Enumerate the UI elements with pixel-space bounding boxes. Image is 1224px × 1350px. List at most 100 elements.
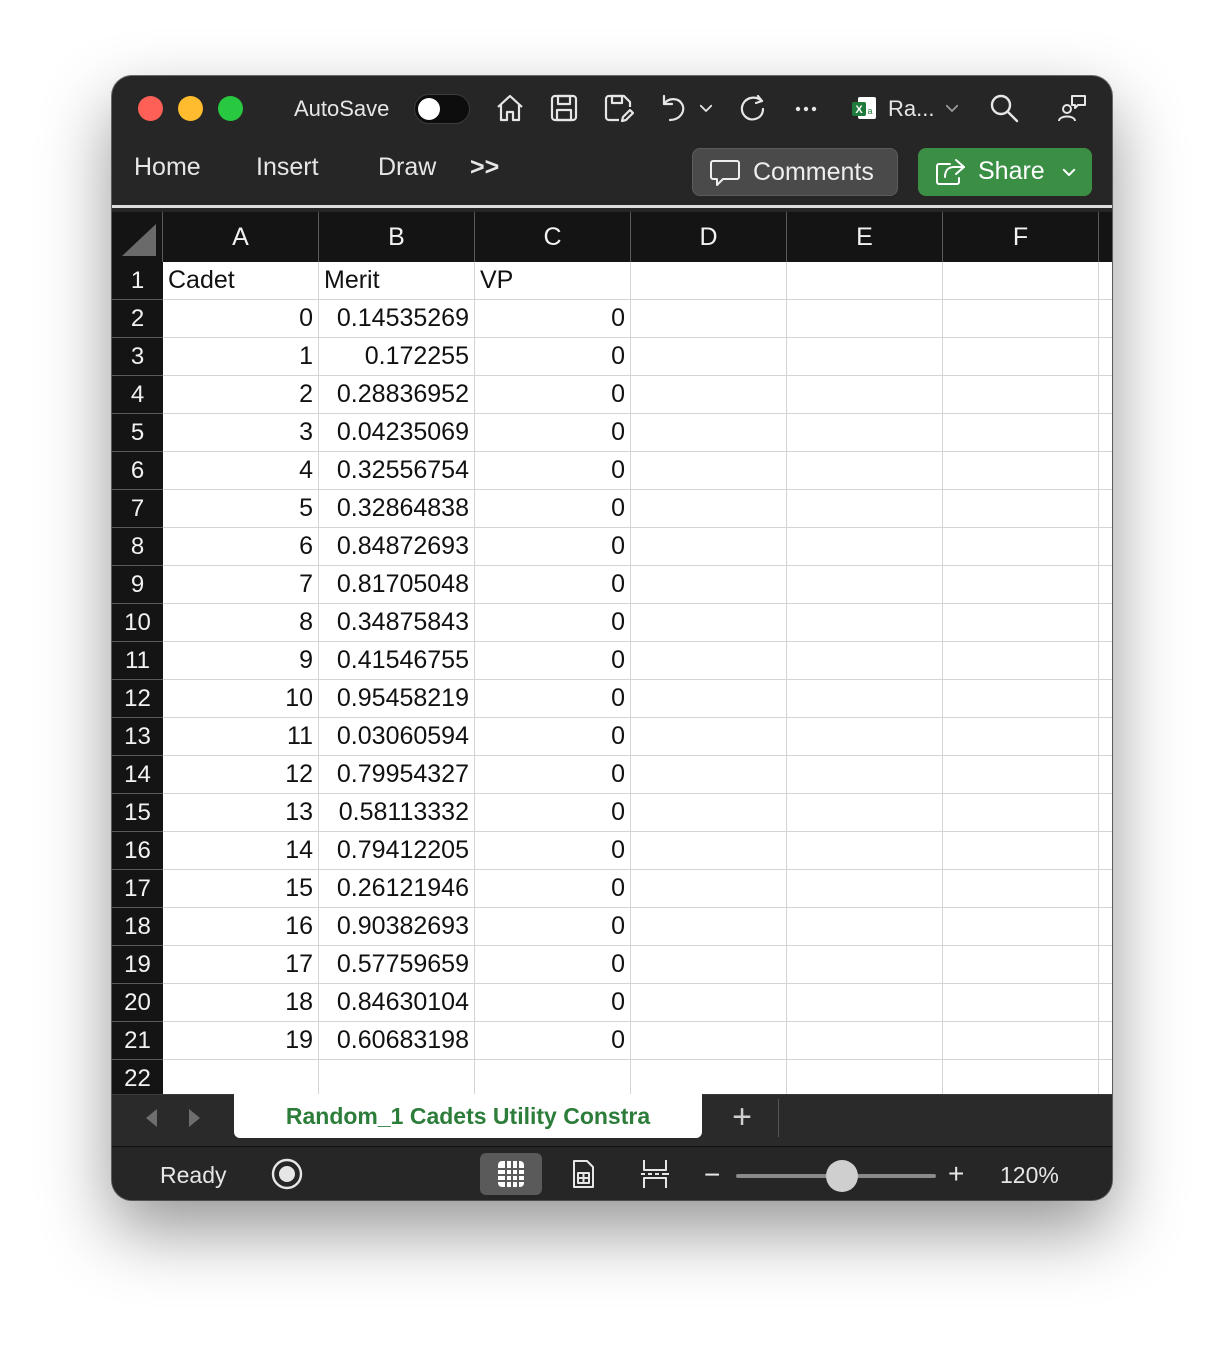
save-icon[interactable] xyxy=(546,90,582,126)
cell[interactable]: 0 xyxy=(475,338,631,376)
cell[interactable] xyxy=(943,528,1099,566)
cell[interactable]: 11 xyxy=(163,718,319,756)
cell[interactable]: 0.57759659 xyxy=(319,946,475,984)
undo-icon[interactable] xyxy=(654,90,690,126)
share-people-icon[interactable] xyxy=(1054,90,1090,126)
cell[interactable]: 0 xyxy=(475,832,631,870)
cell[interactable] xyxy=(631,642,787,680)
cell[interactable] xyxy=(1099,870,1112,908)
cell[interactable]: 4 xyxy=(163,452,319,490)
cell[interactable] xyxy=(631,338,787,376)
cell[interactable] xyxy=(631,376,787,414)
cell[interactable] xyxy=(787,756,943,794)
file-name[interactable]: Ra... xyxy=(888,96,934,122)
cell[interactable] xyxy=(787,1060,943,1094)
cell[interactable] xyxy=(631,718,787,756)
row-header[interactable]: 18 xyxy=(112,908,163,946)
cell[interactable] xyxy=(787,946,943,984)
cell[interactable] xyxy=(1099,1060,1112,1094)
cell[interactable]: 10 xyxy=(163,680,319,718)
cell[interactable] xyxy=(943,262,1099,300)
cell[interactable]: 3 xyxy=(163,414,319,452)
zoom-window-button[interactable] xyxy=(218,96,243,121)
tab-draw[interactable]: Draw xyxy=(378,153,436,182)
column-header-a[interactable]: A xyxy=(163,212,319,262)
cell[interactable]: 0 xyxy=(475,756,631,794)
row-header[interactable]: 11 xyxy=(112,642,163,680)
undo-dropdown-icon[interactable] xyxy=(694,90,718,126)
tab-insert[interactable]: Insert xyxy=(256,153,319,182)
cell[interactable] xyxy=(163,1060,319,1094)
home-icon[interactable] xyxy=(492,90,528,126)
cell[interactable]: 0 xyxy=(475,414,631,452)
cell[interactable] xyxy=(631,604,787,642)
row-header[interactable]: 21 xyxy=(112,1022,163,1060)
scroll-tabs-left-icon[interactable] xyxy=(142,1107,162,1129)
cell[interactable] xyxy=(631,490,787,528)
row-header[interactable]: 6 xyxy=(112,452,163,490)
cell[interactable] xyxy=(943,642,1099,680)
cell[interactable]: 18 xyxy=(163,984,319,1022)
cell[interactable]: 16 xyxy=(163,908,319,946)
cell[interactable]: 0.58113332 xyxy=(319,794,475,832)
cell[interactable]: 0.60683198 xyxy=(319,1022,475,1060)
row-header[interactable]: 15 xyxy=(112,794,163,832)
cell[interactable] xyxy=(943,1022,1099,1060)
cell[interactable] xyxy=(1099,680,1112,718)
search-icon[interactable] xyxy=(986,90,1022,126)
cell[interactable] xyxy=(787,794,943,832)
page-break-view-button[interactable] xyxy=(624,1153,686,1195)
macro-record-icon[interactable] xyxy=(270,1157,304,1191)
cell[interactable] xyxy=(631,262,787,300)
cell[interactable]: 1 xyxy=(163,338,319,376)
cell[interactable]: 17 xyxy=(163,946,319,984)
cell[interactable] xyxy=(787,452,943,490)
row-header[interactable]: 3 xyxy=(112,338,163,376)
cell[interactable] xyxy=(631,1022,787,1060)
sheet-tab-active[interactable]: Random_1 Cadets Utility Constra xyxy=(234,1094,702,1138)
header-cell[interactable]: Cadet xyxy=(163,262,319,300)
cell[interactable]: 0 xyxy=(475,452,631,490)
cell[interactable] xyxy=(787,984,943,1022)
row-header[interactable]: 17 xyxy=(112,870,163,908)
minimize-window-button[interactable] xyxy=(178,96,203,121)
cell[interactable]: 9 xyxy=(163,642,319,680)
column-header-g[interactable] xyxy=(1099,212,1112,262)
cell[interactable] xyxy=(1099,946,1112,984)
row-header[interactable]: 2 xyxy=(112,300,163,338)
cell[interactable]: 0.04235069 xyxy=(319,414,475,452)
cell[interactable] xyxy=(787,718,943,756)
cell[interactable]: 0 xyxy=(475,528,631,566)
cell[interactable] xyxy=(943,756,1099,794)
cell[interactable] xyxy=(787,870,943,908)
row-header[interactable]: 20 xyxy=(112,984,163,1022)
cell[interactable] xyxy=(1099,1022,1112,1060)
autosave-toggle[interactable] xyxy=(414,94,470,124)
cell[interactable] xyxy=(787,908,943,946)
cell[interactable]: 0.26121946 xyxy=(319,870,475,908)
cell[interactable] xyxy=(787,376,943,414)
column-header-b[interactable]: B xyxy=(319,212,475,262)
cell[interactable] xyxy=(631,832,787,870)
scroll-tabs-right-icon[interactable] xyxy=(184,1107,204,1129)
cell[interactable] xyxy=(943,452,1099,490)
cell[interactable]: 15 xyxy=(163,870,319,908)
cell[interactable]: 0 xyxy=(475,642,631,680)
redo-icon[interactable] xyxy=(734,90,770,126)
cell[interactable] xyxy=(943,908,1099,946)
cell[interactable]: 0 xyxy=(475,870,631,908)
cell[interactable]: 0 xyxy=(163,300,319,338)
cell[interactable] xyxy=(943,832,1099,870)
cell[interactable] xyxy=(943,338,1099,376)
cell[interactable] xyxy=(943,946,1099,984)
cell[interactable]: 0.34875843 xyxy=(319,604,475,642)
column-header-c[interactable]: C xyxy=(475,212,631,262)
cell[interactable] xyxy=(787,300,943,338)
row-header[interactable]: 16 xyxy=(112,832,163,870)
cell[interactable]: 0.172255 xyxy=(319,338,475,376)
cell[interactable] xyxy=(943,718,1099,756)
close-window-button[interactable] xyxy=(138,96,163,121)
cell[interactable] xyxy=(787,338,943,376)
cell[interactable] xyxy=(943,680,1099,718)
cell[interactable]: 0 xyxy=(475,604,631,642)
